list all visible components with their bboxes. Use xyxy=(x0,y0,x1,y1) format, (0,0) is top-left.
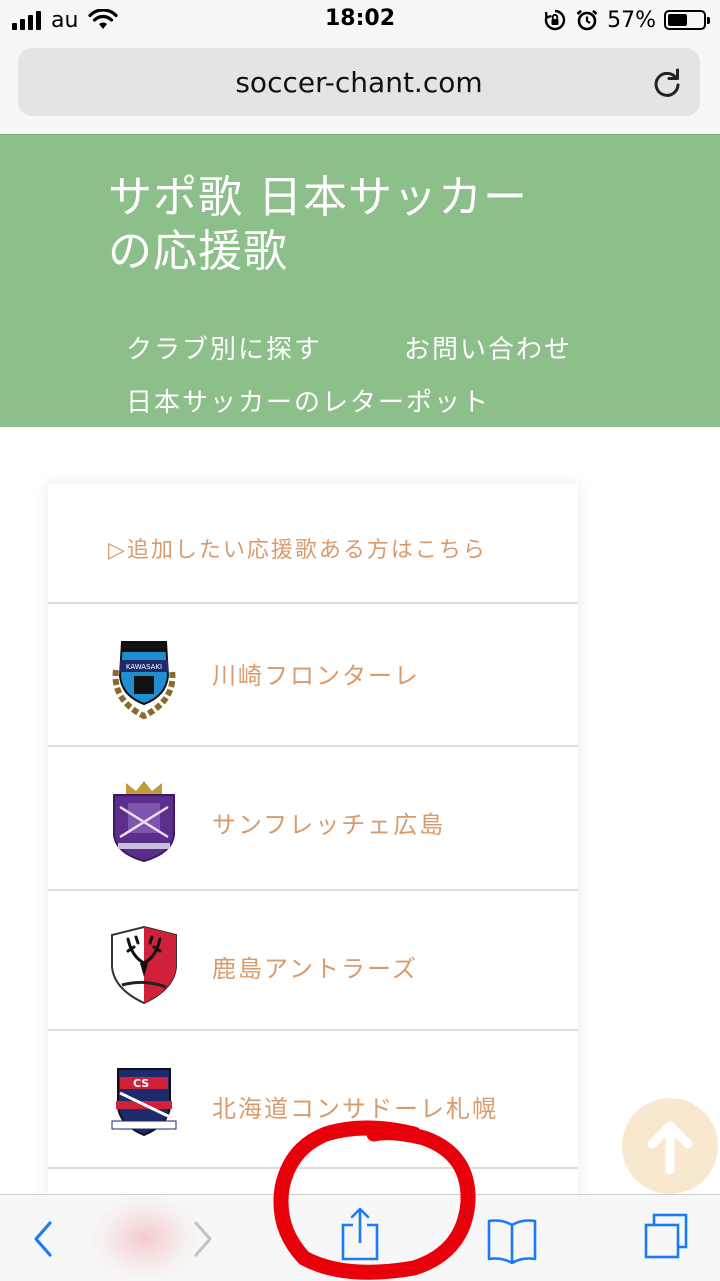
annotation-circle xyxy=(273,1120,476,1280)
svg-text:KAWASAKI: KAWASAKI xyxy=(126,663,162,671)
consadole-sapporo-emblem-icon: CS xyxy=(111,1068,177,1137)
battery-fill xyxy=(668,14,687,26)
nav-item-club-search[interactable]: クラブ別に探す xyxy=(126,329,322,366)
site-title-line1[interactable]: サポ歌 日本サッカー xyxy=(108,171,628,225)
status-bar: au 18:02 57% xyxy=(0,0,720,40)
nav-item-letterpot[interactable]: 日本サッカーのレターポット xyxy=(126,382,490,419)
battery-icon xyxy=(664,10,710,30)
club-name-kawasaki[interactable]: 川崎フロンターレ xyxy=(212,656,420,691)
club-row-kashima[interactable]: 鹿島アントラーズ xyxy=(48,891,578,1031)
site-title[interactable]: サポ歌 日本サッカー の応援歌 xyxy=(108,171,628,279)
back-icon[interactable] xyxy=(18,1195,68,1281)
address-bar[interactable]: soccer-chant.com xyxy=(18,48,700,116)
browser-chrome: soccer-chant.com xyxy=(0,40,720,134)
bookmarks-icon[interactable] xyxy=(484,1195,540,1281)
scroll-top-button[interactable] xyxy=(622,1098,718,1194)
kashima-antlers-emblem-icon xyxy=(111,925,177,1005)
club-name-kashima[interactable]: 鹿島アントラーズ xyxy=(212,949,418,984)
orientation-lock-icon xyxy=(544,9,566,31)
site-header: サポ歌 日本サッカー の応援歌 クラブ別に探す お問い合わせ 日本サッカーのレタ… xyxy=(0,134,720,427)
add-chant-row[interactable]: ▷追加したい応援歌ある方はこちら xyxy=(48,484,578,604)
url-text[interactable]: soccer-chant.com xyxy=(18,66,700,99)
reload-icon[interactable] xyxy=(650,66,684,100)
kawasaki-frontale-emblem-icon: KAWASAKI xyxy=(112,641,176,720)
touch-smudge xyxy=(90,1196,200,1280)
status-right: 57% xyxy=(543,6,710,34)
nav-item-contact[interactable]: お問い合わせ xyxy=(404,329,572,366)
arrow-up-icon xyxy=(647,1121,693,1175)
club-list-card: ▷追加したい応援歌ある方はこちら KAWASAKI 川崎フロンターレ サンフレッ… xyxy=(48,484,578,1224)
svg-text:CS: CS xyxy=(133,1077,149,1090)
add-chant-link[interactable]: ▷追加したい応援歌ある方はこちら xyxy=(108,532,487,564)
tabs-icon[interactable] xyxy=(638,1195,694,1281)
club-row-kawasaki[interactable]: KAWASAKI 川崎フロンターレ xyxy=(48,604,578,747)
battery-percent: 57% xyxy=(607,7,656,33)
club-name-sanfrecce[interactable]: サンフレッチェ広島 xyxy=(212,805,445,840)
site-title-line2[interactable]: の応援歌 xyxy=(108,225,628,279)
club-row-sanfrecce[interactable]: サンフレッチェ広島 xyxy=(48,747,578,891)
sanfrecce-hiroshima-emblem-icon xyxy=(113,781,175,863)
alarm-icon xyxy=(576,9,598,31)
